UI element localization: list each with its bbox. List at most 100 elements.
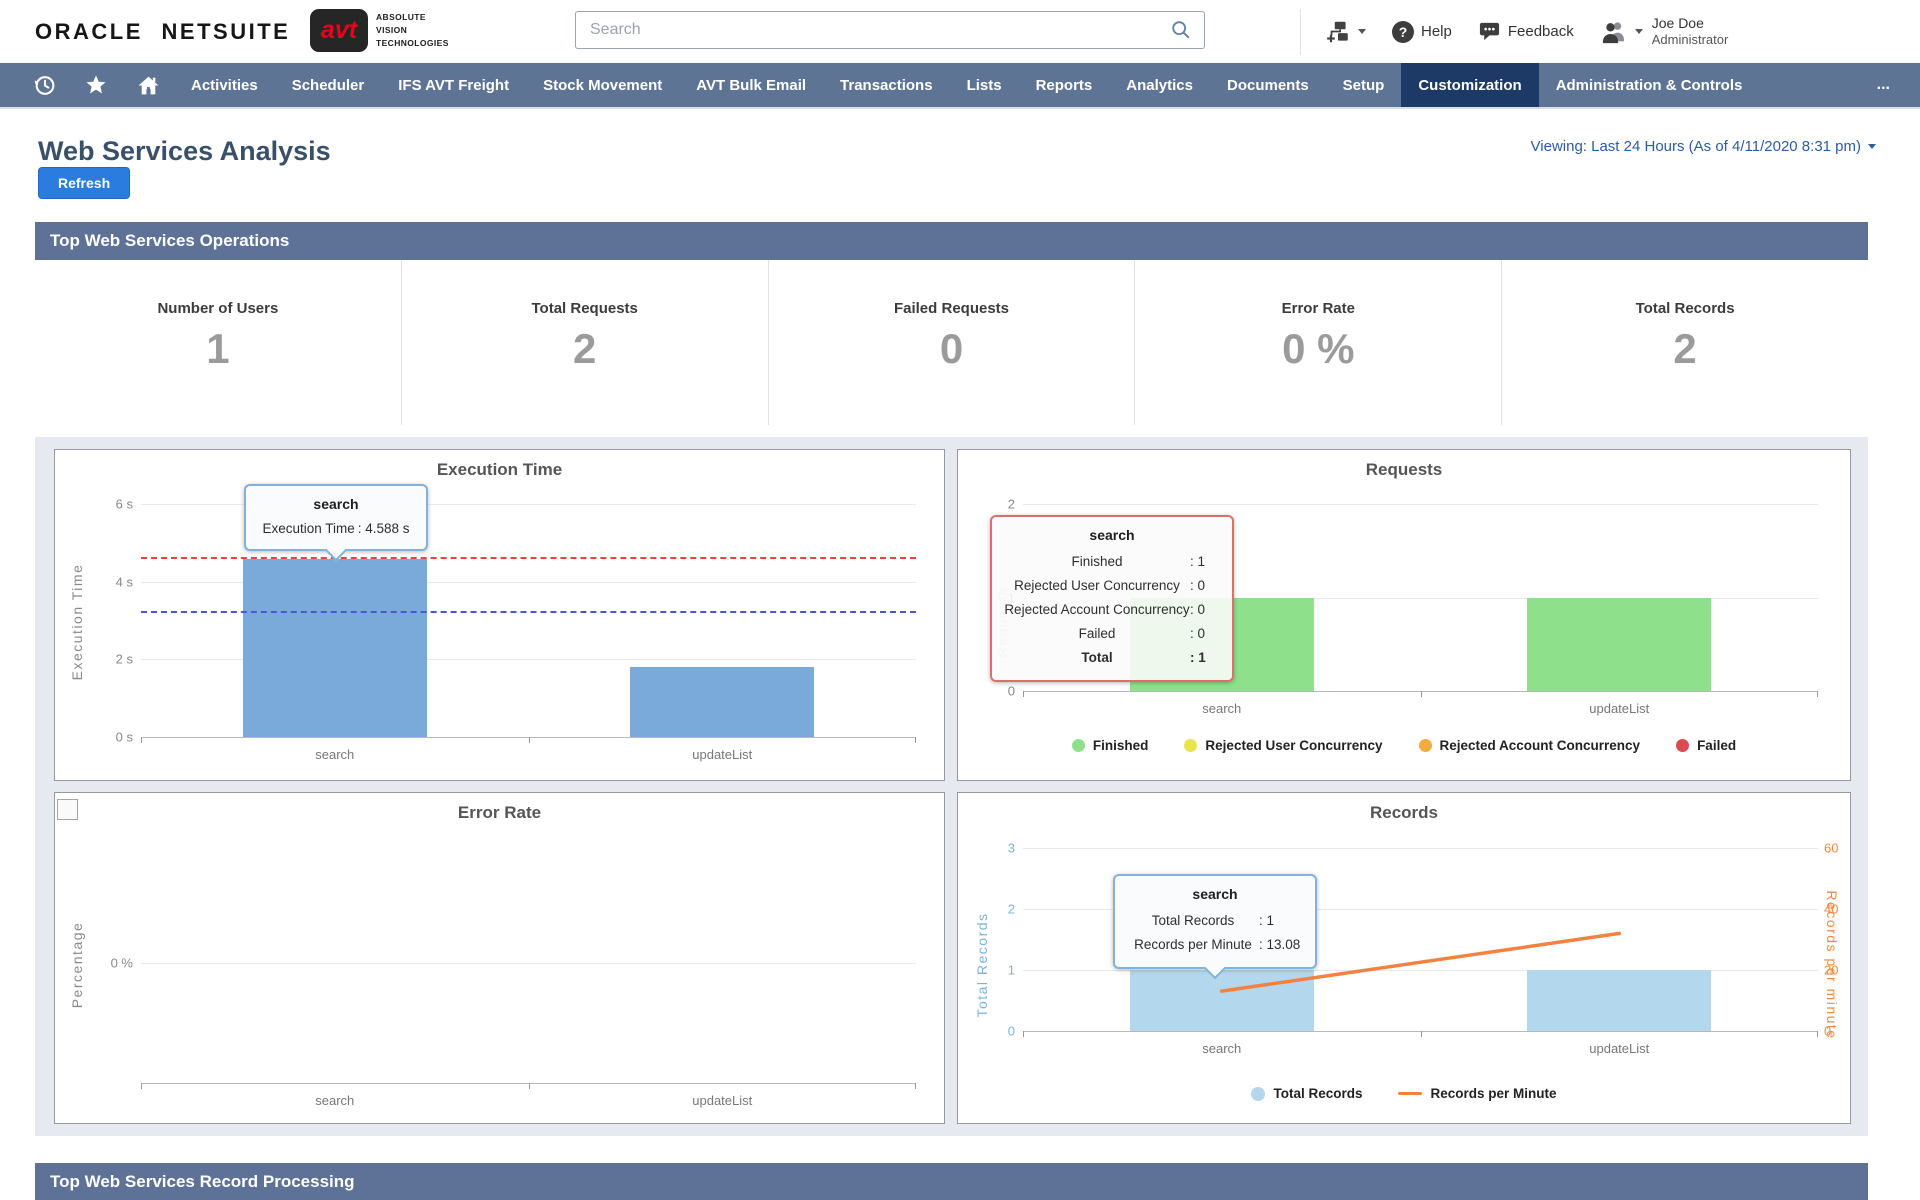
recent-records-button[interactable] xyxy=(18,63,70,107)
kpi-value: 0 xyxy=(769,325,1135,373)
nav-item-setup[interactable]: Setup xyxy=(1326,63,1402,107)
star-icon xyxy=(84,73,108,97)
nav-item-activities[interactable]: Activities xyxy=(174,63,275,107)
x-label-updatelist: updateList xyxy=(692,1093,752,1108)
y-tick-left: 1 xyxy=(979,963,1015,978)
threshold-line-blue xyxy=(141,611,916,613)
legend-dot xyxy=(1072,739,1085,752)
tooltip-row: Records per Minute 13.08 xyxy=(1127,933,1303,957)
legend-dot xyxy=(1251,1087,1265,1101)
y-tick-left: 0 xyxy=(979,1024,1015,1039)
x-axis-tick xyxy=(141,1083,142,1089)
search-input[interactable] xyxy=(588,20,1170,40)
nav-item-analytics[interactable]: Analytics xyxy=(1109,63,1210,107)
kpi-failed-requests: Failed Requests 0 xyxy=(768,260,1135,425)
user-icon xyxy=(1600,18,1628,46)
y-tick-right: 40 xyxy=(1824,902,1854,917)
nav-overflow-button[interactable]: ... xyxy=(1847,63,1920,107)
feedback-button[interactable]: Feedback xyxy=(1478,20,1574,43)
y-tick-right: 20 xyxy=(1824,963,1854,978)
charts-grid: Execution Time Execution Time 6 s 4 s 2 … xyxy=(35,437,1868,1136)
legend-dot xyxy=(1419,739,1432,752)
bar-search[interactable] xyxy=(243,559,427,737)
user-menu-button[interactable]: Joe Doe Administrator xyxy=(1600,15,1729,49)
legend-item-total-records[interactable]: Total Records xyxy=(1251,1086,1362,1101)
help-label: Help xyxy=(1421,23,1452,40)
bar-updatelist[interactable] xyxy=(630,667,814,737)
bar-updatelist[interactable] xyxy=(1527,598,1711,692)
y-tick-right: 0 xyxy=(1824,1024,1854,1039)
search-icon[interactable] xyxy=(1170,19,1192,41)
legend-item-failed[interactable]: Failed xyxy=(1676,738,1736,753)
home-icon xyxy=(136,73,161,98)
netsuite-page: ORACLE NETSUITE avt ABSOLUTE VISION TECH… xyxy=(0,0,1920,1200)
shortcuts-button[interactable] xyxy=(70,63,122,107)
global-search xyxy=(575,11,1205,49)
y-tick: 6 s xyxy=(85,497,133,512)
tooltip-row-total: Total 1 xyxy=(1004,646,1220,670)
header-actions: ? Help Feedback Joe Doe xyxy=(1300,0,1754,63)
tooltip-title: search xyxy=(1004,527,1220,543)
y-tick: 0 s xyxy=(85,730,133,745)
y-axis-label: Execution Time xyxy=(69,563,85,680)
nav-item-stock-movement[interactable]: Stock Movement xyxy=(526,63,679,107)
user-name: Joe Doe xyxy=(1652,15,1729,33)
section-header-operations: Top Web Services Operations xyxy=(35,222,1868,260)
tooltip-row: Execution Time 4.588 s xyxy=(258,519,414,539)
nav-item-customization[interactable]: Customization xyxy=(1401,63,1538,107)
avt-line-3: TECHNOLOGIES xyxy=(376,37,449,50)
feedback-icon xyxy=(1478,20,1501,43)
x-label-search: search xyxy=(315,747,354,762)
legend-item-rejected-account-concurrency[interactable]: Rejected Account Concurrency xyxy=(1419,738,1641,753)
nav-item-lists[interactable]: Lists xyxy=(950,63,1019,107)
x-label-updatelist: updateList xyxy=(1589,701,1649,716)
legend-item-records-per-minute[interactable]: Records per Minute xyxy=(1398,1086,1556,1101)
chart-title: Execution Time xyxy=(55,460,944,480)
legend-line-swatch xyxy=(1398,1092,1422,1095)
error-rate-plot: search updateList xyxy=(141,843,916,1084)
nav-item-transactions[interactable]: Transactions xyxy=(823,63,950,107)
gridline xyxy=(1023,504,1818,505)
requests-legend: Finished Rejected User Concurrency Rejec… xyxy=(958,738,1850,753)
feedback-label: Feedback xyxy=(1508,23,1574,40)
execution-time-panel: Execution Time Execution Time 6 s 4 s 2 … xyxy=(54,449,945,781)
tooltip-execution-time: search Execution Time 4.588 s xyxy=(244,484,428,551)
help-icon: ? xyxy=(1392,21,1414,43)
section-header-record-processing: Top Web Services Record Processing xyxy=(35,1163,1868,1200)
y-tick: 2 xyxy=(979,497,1015,512)
roles-icon xyxy=(1325,19,1351,45)
kpi-label: Error Rate xyxy=(1135,300,1501,317)
y-tick-right: 60 xyxy=(1824,841,1854,856)
x-axis-tick xyxy=(1023,691,1024,697)
viewing-range-selector[interactable]: Viewing: Last 24 Hours (As of 4/11/2020 … xyxy=(1531,138,1876,155)
kpi-label: Total Requests xyxy=(402,300,768,317)
nav-item-avt-bulk-email[interactable]: AVT Bulk Email xyxy=(679,63,823,107)
kpi-label: Failed Requests xyxy=(769,300,1135,317)
avt-partner-logo: avt ABSOLUTE VISION TECHNOLOGIES xyxy=(310,9,449,52)
nav-item-ifs-avt-freight[interactable]: IFS AVT Freight xyxy=(381,63,526,107)
x-axis-tick xyxy=(1421,1031,1422,1037)
brand-oracle: ORACLE xyxy=(35,19,143,44)
legend-item-finished[interactable]: Finished xyxy=(1072,738,1149,753)
roles-menu-button[interactable] xyxy=(1325,19,1366,45)
avt-logo-text: ABSOLUTE VISION TECHNOLOGIES xyxy=(376,11,449,51)
nav-item-reports[interactable]: Reports xyxy=(1019,63,1110,107)
tooltip-row: Total Records 1 xyxy=(1127,909,1303,933)
legend-label: Total Records xyxy=(1273,1086,1362,1101)
legend-item-rejected-user-concurrency[interactable]: Rejected User Concurrency xyxy=(1184,738,1382,753)
tooltip-row: Failed 0 xyxy=(1004,622,1220,646)
x-axis-tick xyxy=(529,737,530,743)
chart-title: Requests xyxy=(958,460,1850,480)
home-button[interactable] xyxy=(122,63,174,107)
help-button[interactable]: ? Help xyxy=(1392,21,1452,43)
y-tick-left: 3 xyxy=(979,841,1015,856)
nav-item-scheduler[interactable]: Scheduler xyxy=(275,63,382,107)
x-label-updatelist: updateList xyxy=(692,747,752,762)
nav-item-documents[interactable]: Documents xyxy=(1210,63,1326,107)
user-identity: Joe Doe Administrator xyxy=(1652,15,1729,49)
nav-item-administration-controls[interactable]: Administration & Controls xyxy=(1539,63,1760,107)
error-rate-panel: Error Rate Percentage 0 % search updateL… xyxy=(54,792,945,1124)
refresh-button[interactable]: Refresh xyxy=(38,167,130,199)
records-legend: Total Records Records per Minute xyxy=(958,1086,1850,1101)
records-panel: Records Total Records Records per minute… xyxy=(957,792,1851,1124)
